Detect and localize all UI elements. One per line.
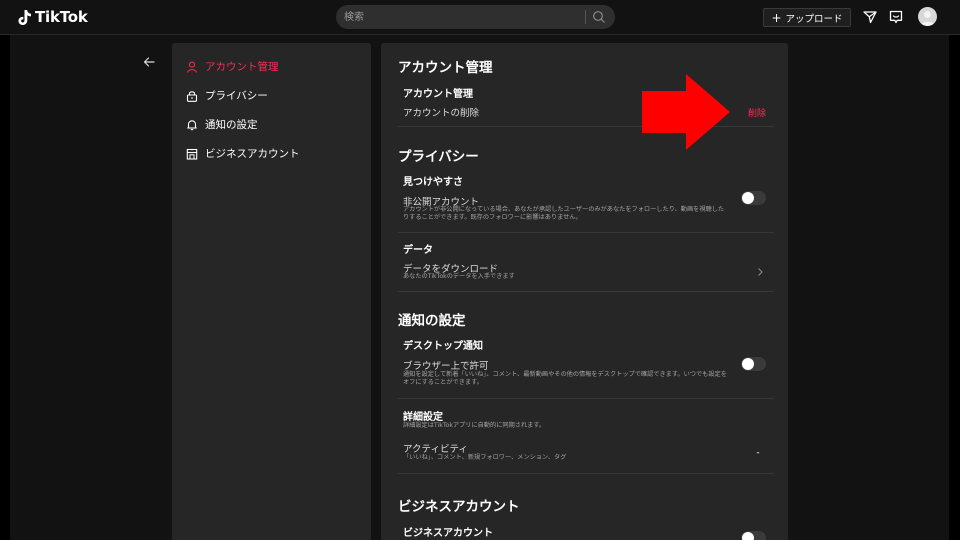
- divider: [398, 398, 774, 399]
- discoverability-title: 見つけやすさ: [403, 177, 463, 188]
- activity-description: 「いいね」、コメント、新規フォロワー、メンション、タグ: [403, 454, 567, 461]
- tiktok-logo[interactable]: TikTok: [18, 8, 88, 26]
- send-icon[interactable]: [862, 9, 878, 25]
- search-icon[interactable]: [591, 9, 607, 25]
- chevron-down-icon[interactable]: [754, 450, 762, 456]
- upload-label: アップロード: [785, 13, 843, 25]
- business-account-toggle[interactable]: [741, 531, 766, 540]
- chevron-right-icon[interactable]: [756, 267, 764, 277]
- plus-icon: +: [771, 10, 782, 25]
- settings-sidebar: アカウント管理 プライバシー 通知の設定 ビジネスアカウント: [172, 43, 371, 540]
- divider: [398, 232, 774, 233]
- delete-account-label: アカウントの削除: [403, 108, 480, 119]
- advanced-settings-description: 詳細設定はTikTokアプリに自動的に同期されます。: [403, 422, 546, 429]
- top-navigation-bar: TikTok + アップロード: [0, 0, 960, 35]
- back-arrow-icon[interactable]: [143, 56, 155, 68]
- divider: [398, 473, 774, 474]
- inbox-icon[interactable]: [888, 9, 904, 25]
- private-account-toggle[interactable]: [741, 191, 766, 205]
- sidebar-item-label: ビジネスアカウント: [205, 148, 300, 160]
- section-title-business: ビジネスアカウント: [398, 499, 520, 515]
- tiktok-note-icon: [18, 9, 31, 25]
- search-input[interactable]: [344, 9, 584, 25]
- sidebar-item-account[interactable]: アカウント管理: [186, 59, 279, 74]
- delete-account-button[interactable]: 削除: [748, 106, 766, 119]
- browser-allow-description: 通知を設定して新着「いいね」、コメント、最新動画やその他の情報をデスクトップで確…: [403, 371, 727, 386]
- person-icon: [186, 61, 198, 73]
- toggle-knob: [742, 192, 754, 204]
- browser-notifications-toggle[interactable]: [741, 357, 766, 371]
- activity-label[interactable]: アクティビティ: [403, 441, 468, 455]
- upload-button[interactable]: + アップロード: [763, 8, 851, 27]
- sidebar-item-privacy[interactable]: プライバシー: [186, 88, 268, 103]
- business-account-subtitle: ビジネスアカウント: [403, 528, 493, 539]
- browser-allow-label: ブラウザー上で許可: [403, 361, 489, 372]
- sidebar-item-notifications[interactable]: 通知の設定: [186, 117, 258, 132]
- search-bar: [336, 5, 615, 29]
- private-account-description: アカウントが非公開になっている場合、あなたが承認したユーザーのみがあなたをフォロ…: [403, 206, 725, 221]
- red-arrow-annotation: [642, 74, 730, 150]
- bell-icon: [187, 119, 197, 130]
- default-avatar-icon: [920, 11, 935, 26]
- logo-text: TikTok: [35, 8, 88, 26]
- section-title-privacy: プライバシー: [398, 149, 479, 165]
- avatar[interactable]: [918, 7, 937, 26]
- advanced-settings-title: 詳細設定: [403, 412, 443, 423]
- sidebar-item-business[interactable]: ビジネスアカウント: [186, 146, 300, 161]
- sidebar-item-label: アカウント管理: [205, 61, 279, 73]
- search-divider: [585, 10, 586, 24]
- divider: [398, 291, 774, 292]
- section-title-account: アカウント管理: [398, 60, 493, 76]
- section-title-notifications: 通知の設定: [398, 313, 466, 329]
- sidebar-item-label: 通知の設定: [205, 119, 258, 131]
- account-subtitle: アカウント管理: [403, 89, 473, 100]
- sidebar-item-label: プライバシー: [205, 90, 268, 102]
- desktop-notifications-title: デスクトップ通知: [403, 341, 483, 352]
- toggle-knob: [742, 358, 754, 370]
- store-icon: [186, 148, 198, 160]
- data-title: データ: [403, 245, 433, 256]
- lock-icon: [186, 90, 198, 102]
- toggle-knob: [742, 532, 754, 540]
- download-data-description: あなたのTikTokのデータを入手できます: [403, 273, 515, 280]
